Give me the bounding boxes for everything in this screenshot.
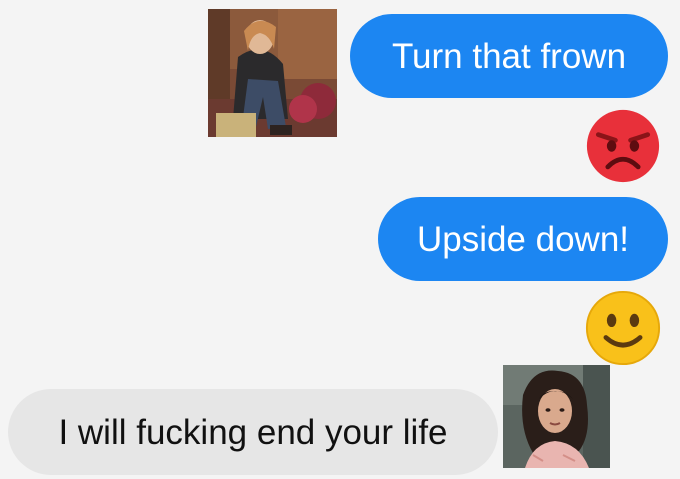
message-bubble-upside-down[interactable]: Upside down! — [378, 197, 668, 281]
angry-face-icon — [584, 108, 662, 184]
message-bubble-turn-that-frown[interactable]: Turn that frown — [350, 14, 668, 98]
seated-woman-photo-image — [208, 9, 337, 137]
message-text: I will fucking end your life — [58, 412, 448, 452]
message-text: Upside down! — [416, 219, 630, 259]
curly-haired-woman-photo[interactable] — [503, 365, 610, 468]
seated-woman-photo[interactable] — [208, 9, 337, 137]
smiling-face-icon — [584, 290, 662, 366]
message-bubble-incoming[interactable]: I will fucking end your life — [8, 389, 498, 475]
curly-haired-woman-photo-image — [503, 365, 610, 468]
message-text: Turn that frown — [391, 36, 627, 76]
